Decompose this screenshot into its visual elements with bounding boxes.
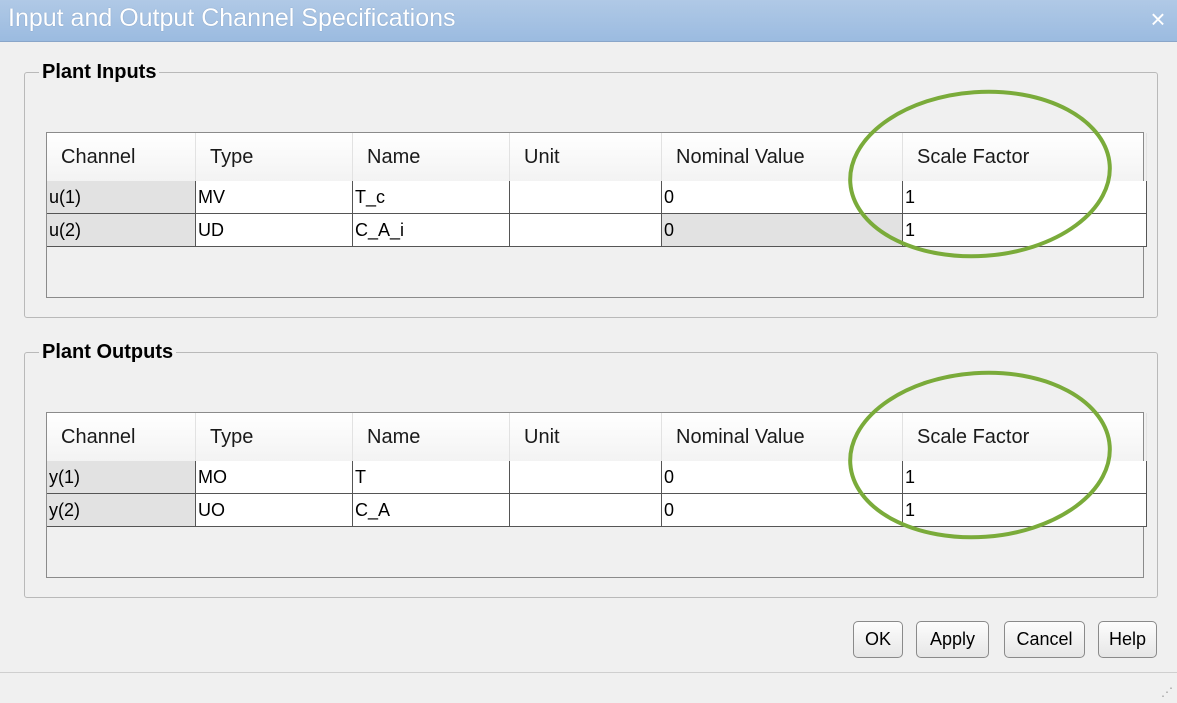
nominal-value-cell[interactable]: 0 [662, 181, 903, 214]
column-header-type[interactable]: Type [196, 133, 353, 181]
channel-cell: y(1) [47, 461, 196, 494]
table-row: y(1) MO T 0 1 [47, 461, 1147, 494]
column-header-name[interactable]: Name [353, 133, 510, 181]
name-cell[interactable]: C_A [353, 494, 510, 527]
table-header: Channel Type Name Unit Nominal Value Sca… [47, 133, 1147, 182]
column-header-nominal-value[interactable]: Nominal Value [662, 413, 903, 461]
resize-grip-icon[interactable]: ⋰ [1159, 685, 1173, 699]
type-cell[interactable]: MO [196, 461, 353, 494]
column-header-scale-factor[interactable]: Scale Factor [903, 133, 1147, 181]
unit-cell[interactable] [510, 214, 662, 247]
plant-inputs-legend: Plant Inputs [39, 60, 160, 84]
column-header-channel[interactable]: Channel [47, 133, 196, 181]
apply-button[interactable]: Apply [916, 621, 989, 658]
name-cell[interactable]: T [353, 461, 510, 494]
plant-inputs-table: Channel Type Name Unit Nominal Value Sca… [46, 132, 1147, 298]
title-bar: Input and Output Channel Specifications … [0, 0, 1177, 42]
type-cell[interactable]: UO [196, 494, 353, 527]
nominal-value-cell[interactable]: 0 [662, 461, 903, 494]
nominal-value-cell[interactable]: 0 [662, 214, 903, 247]
ok-button[interactable]: OK [853, 621, 903, 658]
name-cell[interactable]: C_A_i [353, 214, 510, 247]
unit-cell[interactable] [510, 494, 662, 527]
plant-inputs-group: Plant Inputs Channel Type Name Unit Nomi… [24, 60, 1158, 318]
scale-factor-cell[interactable]: 1 [903, 181, 1147, 214]
unit-cell[interactable] [510, 461, 662, 494]
window-title: Input and Output Channel Specifications [8, 4, 456, 32]
scale-factor-cell[interactable]: 1 [903, 461, 1147, 494]
channel-cell: u(1) [47, 181, 196, 214]
column-header-channel[interactable]: Channel [47, 413, 196, 461]
nominal-value-cell[interactable]: 0 [662, 494, 903, 527]
column-header-scale-factor[interactable]: Scale Factor [903, 413, 1147, 461]
plant-outputs-table: Channel Type Name Unit Nominal Value Sca… [46, 412, 1147, 578]
channel-cell: y(2) [47, 494, 196, 527]
column-header-name[interactable]: Name [353, 413, 510, 461]
column-header-unit[interactable]: Unit [510, 133, 662, 181]
table-header: Channel Type Name Unit Nominal Value Sca… [47, 413, 1147, 462]
plant-outputs-group: Plant Outputs Channel Type Name Unit Nom… [24, 340, 1158, 598]
scale-factor-cell[interactable]: 1 [903, 494, 1147, 527]
plant-outputs-legend: Plant Outputs [39, 340, 177, 364]
column-header-nominal-value[interactable]: Nominal Value [662, 133, 903, 181]
type-cell[interactable]: UD [196, 214, 353, 247]
unit-cell[interactable] [510, 181, 662, 214]
column-header-type[interactable]: Type [196, 413, 353, 461]
table-row: y(2) UO C_A 0 1 [47, 494, 1147, 527]
status-bar: ⋰ [0, 672, 1177, 703]
close-icon[interactable]: × [1145, 6, 1171, 32]
table-row: u(1) MV T_c 0 1 [47, 181, 1147, 214]
help-button[interactable]: Help [1098, 621, 1157, 658]
cancel-button[interactable]: Cancel [1004, 621, 1085, 658]
type-cell[interactable]: MV [196, 181, 353, 214]
channel-cell: u(2) [47, 214, 196, 247]
scale-factor-cell[interactable]: 1 [903, 214, 1147, 247]
column-header-unit[interactable]: Unit [510, 413, 662, 461]
table-row: u(2) UD C_A_i 0 1 [47, 214, 1147, 247]
name-cell[interactable]: T_c [353, 181, 510, 214]
